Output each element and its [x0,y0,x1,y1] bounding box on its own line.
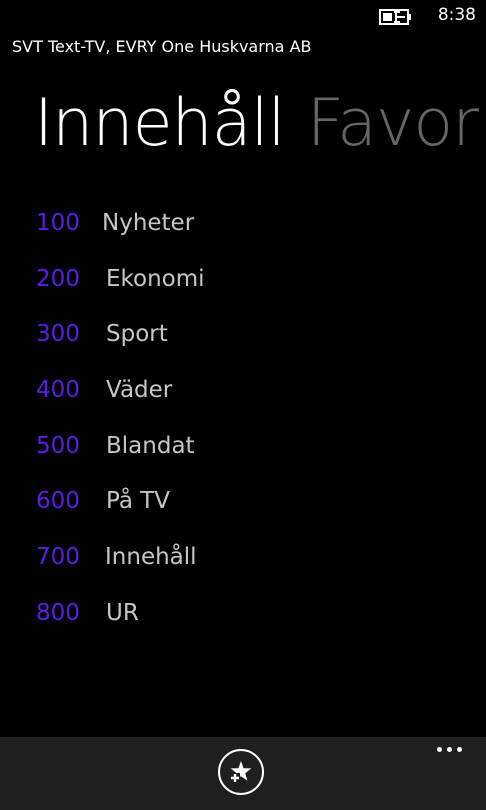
category-label: Nyheter [102,209,195,236]
category-page-number: 700 [36,543,80,570]
app-bar [0,737,486,810]
category-label: Väder [106,376,173,403]
category-page-number: 200 [36,265,80,292]
status-bar: 8:38 [0,0,486,32]
more-dots-icon[interactable] [433,743,466,756]
category-page-number: 100 [36,209,80,236]
category-item-vader[interactable]: 400 Väder [36,362,205,418]
clock: 8:38 [437,5,476,25]
pivot-tab-innehall[interactable]: Innehåll [34,86,286,161]
pivot-tab-favoriter[interactable]: Favor [307,86,479,161]
category-item-blandat[interactable]: 500 Blandat [36,418,205,474]
category-label: På TV [106,488,171,515]
category-page-number: 600 [36,488,80,515]
battery-charging-icon [379,9,411,25]
add-favorite-button[interactable] [218,749,264,795]
category-label: Blandat [106,432,195,459]
category-label: Ekonomi [106,265,205,292]
app-title: SVT Text-TV, EVRY One Huskvarna AB [12,37,312,56]
category-item-nyheter[interactable]: 100 Nyheter [36,195,205,251]
category-page-number: 500 [36,432,80,459]
category-item-pa-tv[interactable]: 600 På TV [36,473,205,529]
category-item-innehall[interactable]: 700 Innehåll [36,529,205,585]
pivot-header: Innehåll Favor [34,80,479,168]
category-item-ekonomi[interactable]: 200 Ekonomi [36,251,205,307]
category-label: Sport [106,321,168,348]
category-label: Innehåll [105,543,197,570]
category-item-sport[interactable]: 300 Sport [36,306,205,362]
category-item-ur[interactable]: 800 UR [36,585,205,641]
category-label: UR [106,599,139,626]
category-list: 100 Nyheter 200 Ekonomi 300 Sport 400 Vä… [36,195,205,641]
category-page-number: 300 [36,321,80,348]
category-page-number: 400 [36,376,80,403]
add-favorite-icon [230,761,252,783]
category-page-number: 800 [36,599,80,626]
